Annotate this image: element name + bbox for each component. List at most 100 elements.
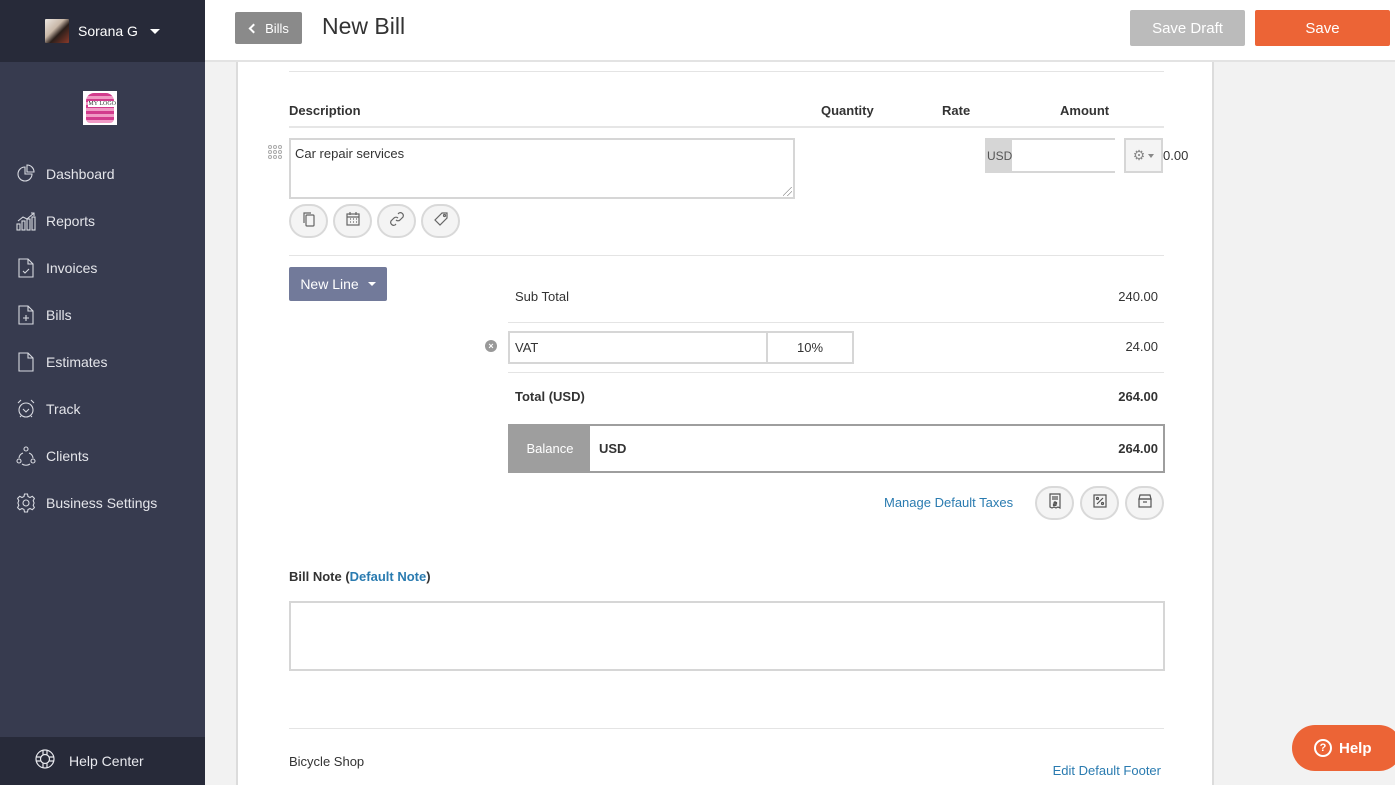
receipt-dollar-icon: [1047, 492, 1063, 514]
sidebar-item-label: Estimates: [46, 353, 108, 370]
gear-icon: ⚙: [1132, 147, 1146, 163]
column-header-amount: Amount: [1060, 103, 1110, 118]
description-input[interactable]: Car repair services: [289, 138, 795, 199]
tax-value: 24.00: [1125, 339, 1158, 354]
pie-chart-icon: [16, 163, 36, 184]
sidebar-item-label: Business Settings: [46, 494, 158, 511]
lifebuoy-icon: [34, 748, 56, 775]
chevron-down-icon: [1148, 153, 1155, 158]
balance-label: Balance: [510, 426, 590, 471]
sidebar-item-track[interactable]: Track: [0, 385, 205, 432]
bill-note-title-end: ): [426, 569, 431, 584]
sidebar-item-reports[interactable]: Reports: [0, 197, 205, 244]
calendar-icon: [345, 211, 361, 232]
copy-icon: [301, 211, 317, 232]
bar-chart-icon: [16, 211, 36, 231]
sidebar-item-label: Bills: [46, 306, 72, 323]
chevron-down-icon: [367, 282, 376, 286]
subtotal-label: Sub Total: [515, 289, 569, 304]
chevron-left-icon: [248, 23, 259, 33]
sidebar-item-clients[interactable]: Clients: [0, 432, 205, 479]
help-label: Help: [1339, 739, 1372, 757]
question-circle-icon: ?: [1314, 739, 1332, 757]
page-title: New Bill: [322, 13, 406, 39]
total-value: 264.00: [1118, 389, 1158, 404]
add-date-button[interactable]: [333, 204, 372, 238]
divider: [289, 728, 1164, 729]
resize-handle-icon[interactable]: [783, 187, 792, 196]
invoice-check-icon: [16, 257, 36, 278]
gear-icon: [16, 492, 36, 513]
header-divider: [289, 126, 1164, 128]
duplicate-line-button[interactable]: [289, 204, 328, 238]
sidebar-item-label: Reports: [46, 212, 96, 229]
top-bar: Bills New Bill Save Draft Save: [205, 0, 1395, 62]
bill-note-label: Bill Note (Default Note): [289, 569, 431, 584]
link-icon: [389, 211, 405, 232]
new-line-button[interactable]: New Line: [289, 267, 387, 301]
user-name: Sorana G: [78, 23, 138, 39]
column-header-rate: Rate: [942, 103, 971, 118]
user-menu[interactable]: Sorana G: [0, 0, 205, 62]
sidebar: Sorana G MY LOGO Dashboard Reports Invoi…: [0, 0, 205, 785]
sidebar-item-label: Dashboard: [46, 165, 115, 182]
logo-text: MY LOGO: [88, 101, 116, 107]
avatar: [45, 19, 69, 43]
column-header-quantity: Quantity: [821, 103, 874, 118]
sidebar-item-business-settings[interactable]: Business Settings: [0, 479, 205, 526]
column-header-description: Description: [289, 103, 361, 118]
chevron-down-icon: [149, 28, 160, 34]
default-note-link[interactable]: Default Note: [350, 569, 427, 584]
amount-field: USD: [985, 138, 1194, 173]
currency-prefix: USD: [987, 140, 1013, 171]
balance-row: Balance USD 264.00: [508, 424, 1165, 473]
add-tax-button[interactable]: [1080, 486, 1119, 520]
sidebar-item-estimates[interactable]: Estimates: [0, 338, 205, 385]
sidebar-nav: Dashboard Reports Invoices Bills Estimat…: [0, 150, 205, 526]
bill-note-input[interactable]: [289, 601, 1165, 671]
divider: [508, 372, 1164, 373]
help-center-link[interactable]: Help Center: [0, 737, 205, 785]
bill-note-title: Bill Note (: [289, 569, 350, 584]
balance-value: 264.00: [1118, 441, 1158, 456]
sidebar-item-dashboard[interactable]: Dashboard: [0, 150, 205, 197]
business-logo[interactable]: MY LOGO: [83, 91, 117, 125]
back-label: Bills: [265, 20, 289, 36]
manage-default-taxes-link[interactable]: Manage Default Taxes: [884, 495, 1013, 510]
link-button[interactable]: [377, 204, 416, 238]
tax-name-input[interactable]: [508, 331, 768, 364]
alarm-clock-icon: [16, 399, 36, 419]
sidebar-item-bills[interactable]: Bills: [0, 291, 205, 338]
divider: [289, 255, 1164, 256]
footer-business-name: Bicycle Shop: [289, 754, 365, 769]
archive-box-icon: [1137, 493, 1153, 514]
tag-button[interactable]: [421, 204, 460, 238]
logo-image: MY LOGO: [86, 93, 116, 123]
divider: [289, 71, 1164, 72]
people-network-icon: [16, 445, 36, 466]
back-to-bills-button[interactable]: Bills: [235, 12, 302, 44]
tag-icon: [433, 211, 449, 232]
line-settings-button[interactable]: ⚙: [1124, 138, 1163, 173]
save-button[interactable]: Save: [1255, 10, 1390, 46]
divider: [508, 322, 1164, 323]
subtotal-value: 240.00: [1118, 289, 1158, 304]
help-button[interactable]: ? Help: [1292, 725, 1395, 771]
help-center-label: Help Center: [69, 753, 144, 769]
edit-default-footer-link[interactable]: Edit Default Footer: [1053, 763, 1161, 778]
balance-currency: USD: [599, 441, 627, 456]
new-line-label: New Line: [300, 276, 359, 292]
amount-input[interactable]: [1012, 140, 1194, 171]
archive-button[interactable]: [1125, 486, 1164, 520]
save-draft-button[interactable]: Save Draft: [1130, 10, 1245, 46]
sidebar-item-label: Track: [46, 400, 81, 417]
percent-icon: [1092, 493, 1108, 514]
sidebar-item-label: Clients: [46, 447, 89, 464]
sidebar-item-label: Invoices: [46, 259, 98, 276]
drag-handle-icon[interactable]: [268, 145, 284, 159]
remove-tax-icon[interactable]: ×: [485, 340, 497, 352]
tax-rate-input[interactable]: [766, 331, 854, 364]
sidebar-item-invoices[interactable]: Invoices: [0, 244, 205, 291]
add-discount-button[interactable]: [1035, 486, 1074, 520]
document-icon: [16, 351, 36, 372]
